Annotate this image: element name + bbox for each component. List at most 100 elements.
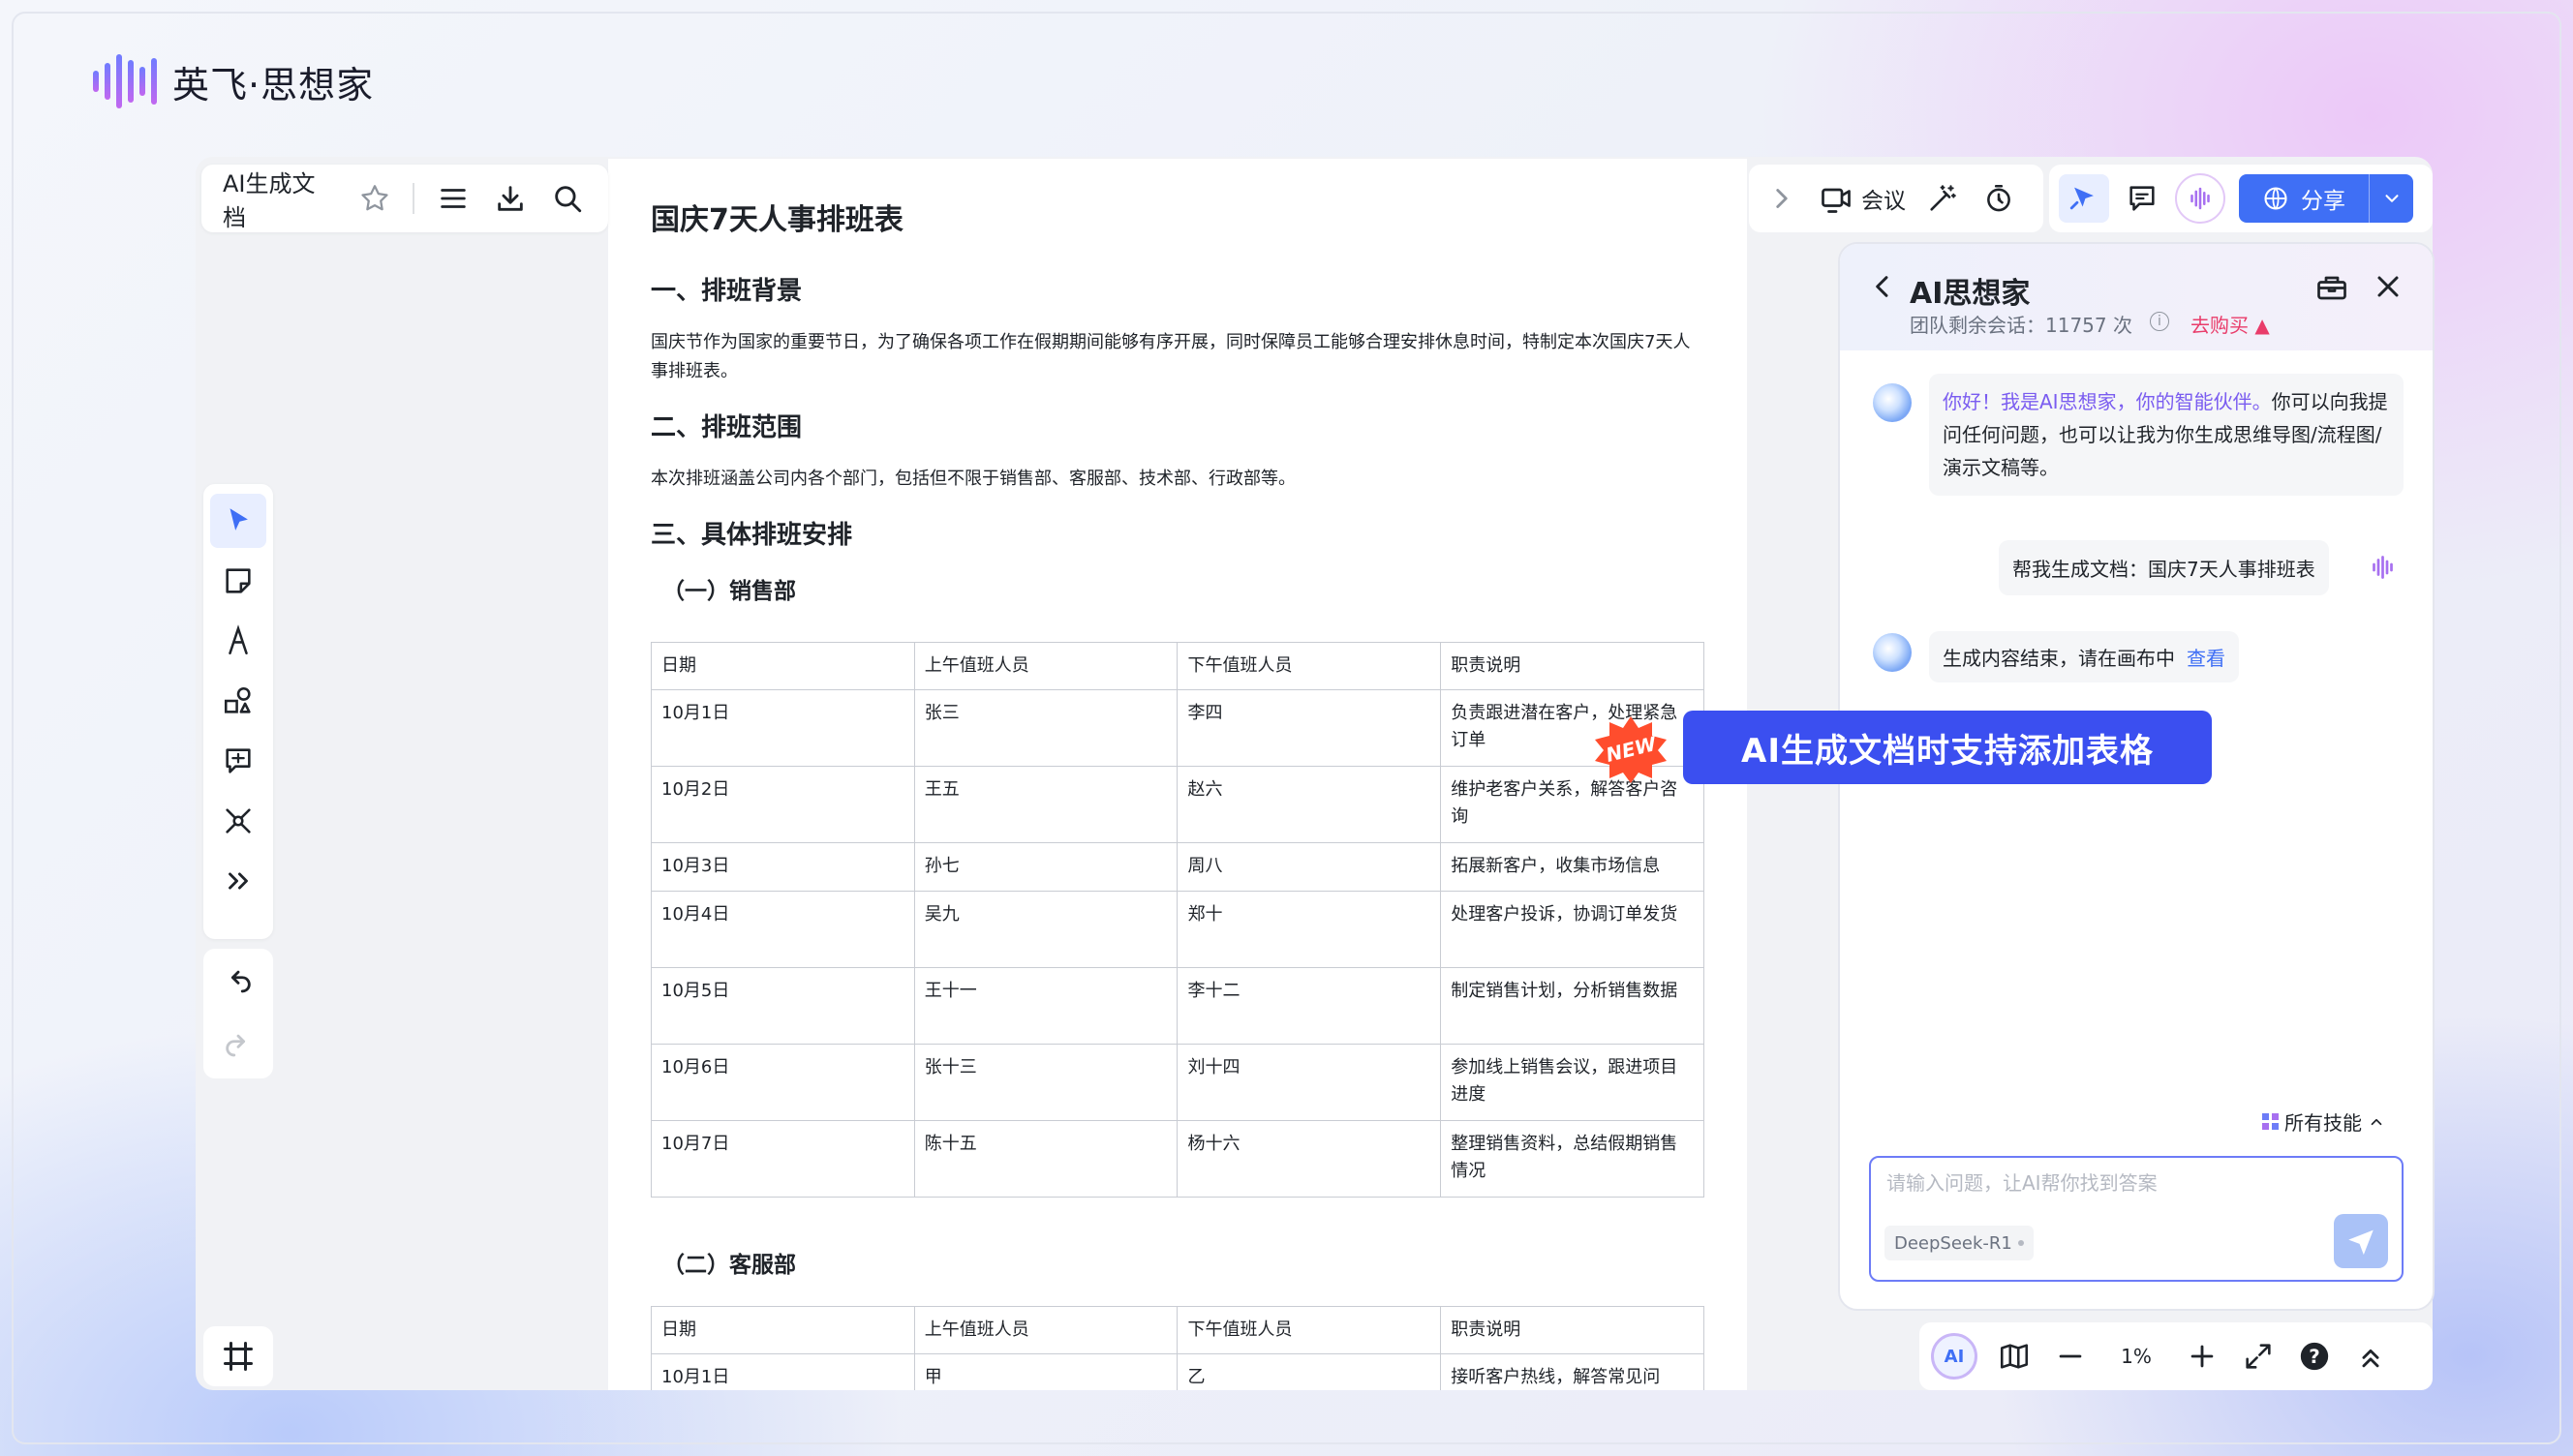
follow-cursor-icon[interactable]	[2059, 174, 2109, 223]
timer-icon[interactable]	[1979, 179, 2018, 218]
table-header-cell: 上午值班人员	[913, 642, 1179, 690]
comments-icon[interactable]	[2123, 179, 2161, 218]
select-tool[interactable]	[210, 494, 266, 548]
double-chevron-up-icon[interactable]	[2351, 1337, 2390, 1376]
ai-done-message: 生成内容结束，请在画布中 查看	[1929, 631, 2239, 682]
zoom-in-button[interactable]	[2183, 1337, 2221, 1376]
pen-tool[interactable]	[210, 614, 266, 668]
rocket-icon: ▲	[2254, 314, 2270, 337]
comment-tool[interactable]	[210, 734, 266, 788]
ai-input-box: DeepSeek-R1	[1869, 1156, 2404, 1282]
share-dropdown-button[interactable]	[2369, 174, 2413, 223]
meeting-button[interactable]: 会议	[1819, 181, 1906, 216]
close-icon[interactable]	[2371, 269, 2405, 308]
send-icon	[2348, 1229, 2374, 1256]
more-tools-button[interactable]	[210, 854, 266, 908]
table-row: 10月7日 陈十五 杨十六 整理销售资料，总结假期销售情况	[651, 1120, 1704, 1198]
ai-badge-label: AI	[1944, 1346, 1965, 1367]
table-header-row: 日期 上午值班人员 下午值班人员 职责说明	[651, 642, 1704, 690]
zoom-out-button[interactable]	[2051, 1337, 2090, 1376]
mindmap-icon	[226, 808, 251, 834]
model-selector[interactable]: DeepSeek-R1	[1884, 1226, 2034, 1260]
sales-schedule-table: 日期 上午值班人员 下午值班人员 职责说明 10月1日 张三 李四 负责跟进潜在客户，…	[651, 642, 1704, 1198]
section-heading: 三、具体排班安排	[651, 521, 853, 550]
table-header-cell: 日期	[651, 1306, 915, 1354]
fullscreen-icon[interactable]	[2239, 1337, 2278, 1376]
voice-wave-icon	[2367, 550, 2402, 589]
table-cell: 郑十	[1177, 891, 1442, 968]
dot-icon	[2017, 1240, 2024, 1246]
search-icon[interactable]	[549, 179, 587, 218]
menu-icon[interactable]	[434, 179, 472, 218]
table-row: 10月2日 王五 赵六 维护老客户关系，解答客户咨询	[651, 766, 1704, 843]
send-button[interactable]	[2334, 1214, 2388, 1268]
section-body: 本次排班涵盖公司内各个部门，包括但不限于销售部、客服部、技术部、行政部等。	[651, 469, 1296, 489]
table-cell: 甲	[913, 1353, 1179, 1390]
help-icon[interactable]: ?	[2295, 1337, 2334, 1376]
globe-icon	[2264, 187, 2287, 210]
table-cell: 张十三	[913, 1044, 1179, 1121]
done-text: 生成内容结束，请在画布中	[1943, 647, 2175, 670]
table-cell: 10月5日	[651, 967, 915, 1045]
table-cell: 10月6日	[651, 1044, 915, 1121]
star-icon[interactable]	[355, 179, 393, 218]
table-cell: 10月1日	[651, 1353, 915, 1390]
redo-button[interactable]	[210, 1018, 266, 1073]
download-icon[interactable]	[492, 179, 530, 218]
sticky-note-icon	[226, 568, 251, 593]
magic-wand-icon[interactable]	[1923, 179, 1962, 218]
svg-text:?: ?	[2309, 1346, 2320, 1368]
video-camera-icon	[1822, 188, 1851, 213]
ai-badge-button[interactable]: AI	[1931, 1333, 1977, 1380]
double-chevron-right-icon	[229, 872, 248, 890]
chevron-right-icon[interactable]	[1762, 179, 1801, 218]
all-skills-button[interactable]: 所有技能	[2262, 1107, 2385, 1136]
collaboration-toolbar: 会议	[1749, 165, 2043, 232]
table-header-cell: 上午值班人员	[913, 1306, 1179, 1354]
table-cell: 10月1日	[651, 689, 915, 767]
table-cell: 赵六	[1177, 766, 1442, 843]
frame-tool[interactable]	[203, 1326, 273, 1386]
table-cell: 参加线上销售会议，跟进项目进度	[1440, 1044, 1704, 1121]
back-button[interactable]	[1867, 271, 1898, 306]
section-heading: 二、排班范围	[651, 413, 803, 442]
undo-button[interactable]	[210, 955, 266, 1009]
table-cell: 杨十六	[1177, 1120, 1442, 1198]
map-icon[interactable]	[1995, 1337, 2034, 1376]
history-controls	[203, 949, 273, 1078]
document-toolbar: AI生成文档	[201, 165, 608, 232]
sticky-note-tool[interactable]	[210, 554, 266, 608]
share-button[interactable]: 分享	[2239, 174, 2413, 223]
table-cell: 周八	[1177, 842, 1442, 892]
document-name[interactable]: AI生成文档	[223, 165, 336, 232]
table-row: 10月1日 张三 李四 负责跟进潜在客户，处理紧急订单	[651, 689, 1704, 767]
info-icon[interactable]: i	[2150, 312, 2169, 331]
grid-icon	[2262, 1113, 2279, 1130]
undo-icon	[230, 970, 251, 993]
generated-document[interactable]: 国庆7天人事排班表 一、排班背景 国庆节作为国家的重要节日，为了确保各项工作在假…	[608, 159, 1747, 1390]
service-schedule-table: 日期 上午值班人员 下午值班人员 职责说明 10月1日甲乙接听客户热线，解答常见…	[651, 1306, 1704, 1390]
toolbox-icon[interactable]	[2314, 269, 2349, 308]
zoom-level[interactable]: 1%	[2107, 1345, 2165, 1368]
ai-question-input[interactable]	[1886, 1171, 2371, 1195]
table-cell: 陈十五	[913, 1120, 1179, 1198]
comment-add-icon	[226, 748, 251, 774]
user-message: 帮我生成文档：国庆7天人事排班表	[1999, 540, 2329, 595]
table-cell: 10月7日	[651, 1120, 915, 1198]
mindmap-tool[interactable]	[210, 794, 266, 848]
table-row: 10月3日 孙七 周八 拓展新客户，收集市场信息	[651, 842, 1704, 892]
table-header-cell: 职责说明	[1440, 642, 1704, 690]
ai-greeting-message: 你好！我是AI思想家，你的智能伙伴。你可以向我提问任何问题，也可以让我为你生成思…	[1929, 374, 2404, 496]
brand-name: 英飞·思想家	[172, 63, 375, 106]
buy-link[interactable]: 去购买 ▲	[2190, 310, 2270, 338]
table-cell: 拓展新客户，收集市场信息	[1440, 842, 1704, 892]
table-row: 10月5日 王十一 李十二 制定销售计划，分析销售数据	[651, 967, 1704, 1045]
table-row: 10月1日甲乙接听客户热线，解答常见问	[651, 1353, 1704, 1390]
ai-voice-icon[interactable]	[2175, 173, 2225, 224]
shape-tool[interactable]	[210, 674, 266, 728]
chevron-down-icon	[2384, 195, 2399, 202]
view-link[interactable]: 查看	[2187, 647, 2225, 670]
table-header-cell: 下午值班人员	[1177, 1306, 1442, 1354]
table-cell: 制定销售计划，分析销售数据	[1440, 967, 1704, 1045]
table-cell: 接听客户热线，解答常见问	[1440, 1353, 1704, 1390]
